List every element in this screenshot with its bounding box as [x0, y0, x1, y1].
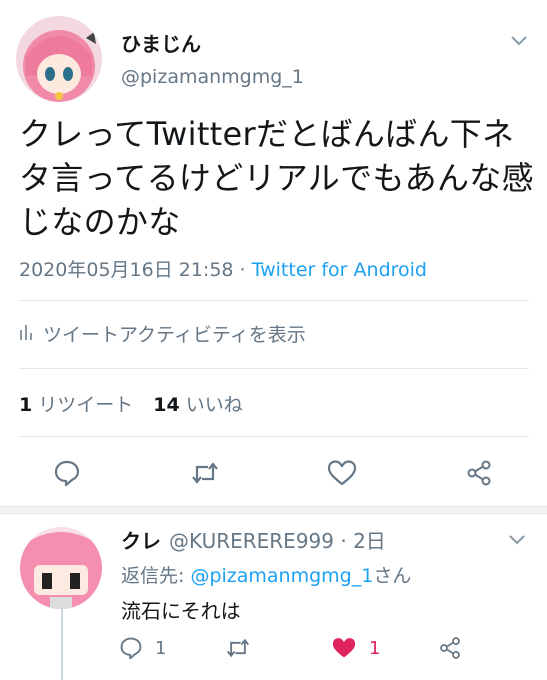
reply-header: クレ @KURERERE999 · 2日 — [121, 525, 386, 554]
tweet-source[interactable]: Twitter for Android — [252, 259, 427, 281]
reply-retweet-button[interactable] — [225, 636, 263, 660]
reply-author-handle[interactable]: @KURERERE999 — [169, 529, 334, 553]
author-handle[interactable]: @pizamanmgmg_1 — [121, 66, 304, 88]
reply-reply-button[interactable]: 1 — [119, 636, 166, 660]
heart-icon — [327, 460, 357, 486]
section-separator — [0, 506, 547, 514]
reply-share-button[interactable] — [438, 636, 462, 660]
share-icon — [440, 637, 460, 659]
reply-time: · 2日 — [334, 529, 386, 553]
chevron-down-icon[interactable] — [510, 32, 528, 51]
reply-like-button[interactable]: 1 — [331, 636, 380, 660]
reply-to-suffix: さん — [373, 565, 412, 587]
like-stat-label: いいね — [185, 394, 243, 416]
meta-separator: · — [233, 259, 252, 281]
tweet-meta: 2020年05月16日 21:58 · Twitter for Android — [19, 255, 427, 282]
tweet-text: クレってTwitterだとばんばん下ネタ言ってるけどリアルでもあんな感じなのかな — [19, 115, 534, 241]
retweet-stat[interactable]: 1 リツイート — [19, 390, 133, 417]
like-stat[interactable]: 14 いいね — [153, 390, 242, 417]
engagement-stats: 1 リツイート 14 いいね — [19, 390, 243, 417]
replying-to: 返信先: @pizamanmgmg_1さん — [121, 561, 411, 588]
retweet-count: 1 — [19, 394, 33, 416]
speech-bubble-icon — [120, 637, 142, 660]
reply-author-avatar[interactable] — [20, 527, 102, 609]
thread-line — [61, 606, 63, 680]
retweet-icon — [226, 638, 250, 658]
divider — [19, 436, 529, 437]
activity-label: ツイートアクティビティを表示 — [43, 324, 306, 346]
reply-button[interactable] — [50, 456, 84, 490]
reply-reply-count: 1 — [155, 637, 167, 659]
like-button[interactable] — [325, 456, 359, 490]
share-icon — [467, 460, 491, 486]
reply-like-count: 1 — [369, 637, 381, 659]
reply-author-name[interactable]: クレ — [121, 529, 161, 553]
share-button[interactable] — [462, 456, 496, 490]
author-name[interactable]: ひまじん — [121, 28, 201, 57]
bar-chart-icon — [19, 322, 33, 345]
heart-icon — [332, 638, 356, 658]
divider — [19, 300, 529, 301]
retweet-icon — [192, 462, 218, 484]
retweet-button[interactable] — [188, 456, 222, 490]
tweet-date: 2020年05月16日 21:58 — [19, 259, 234, 281]
divider — [19, 368, 529, 369]
retweet-stat-label: リツイート — [38, 394, 134, 416]
speech-bubble-icon — [54, 460, 80, 487]
author-avatar[interactable] — [16, 16, 102, 102]
reply-text: 流石にそれは — [121, 599, 241, 623]
like-count: 14 — [153, 394, 180, 416]
reply-to-mention[interactable]: @pizamanmgmg_1 — [190, 565, 373, 587]
reply-to-prefix: 返信先: — [121, 565, 191, 587]
chevron-down-icon[interactable] — [508, 531, 526, 550]
tweet-activity-link[interactable]: ツイートアクティビティを表示 — [19, 320, 306, 347]
